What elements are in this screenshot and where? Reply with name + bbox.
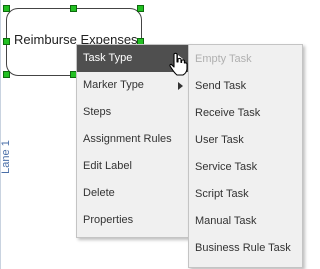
resize-handle-top[interactable] [70, 5, 77, 12]
submenu-item-empty-task: Empty Task [189, 46, 302, 73]
resize-handle-top-left[interactable] [3, 5, 10, 12]
submenu-item-label: Service Task [195, 161, 258, 173]
hand-pointer-icon [169, 52, 188, 76]
submenu-item-receive-task[interactable]: Receive Task [189, 100, 302, 127]
menu-item-assignment-rules[interactable]: Assignment Rules [77, 126, 189, 153]
submenu-item-service-task[interactable]: Service Task [189, 154, 302, 181]
submenu-item-label: User Task [195, 134, 244, 146]
menu-item-label: Edit Label [83, 160, 132, 172]
menu-item-label: Steps [83, 106, 112, 118]
menu-item-label: Task Type [83, 52, 133, 64]
menu-item-marker-type[interactable]: Marker Type [77, 72, 189, 99]
menu-item-steps[interactable]: Steps [77, 99, 189, 126]
submenu-item-label: Empty Task [195, 53, 252, 65]
submenu-item-manual-task[interactable]: Manual Task [189, 208, 302, 235]
lane-label: Lane 1 [0, 140, 12, 174]
submenu-item-label: Business Rule Task [195, 242, 291, 254]
submenu-item-label: Manual Task [195, 215, 257, 227]
submenu-arrow-icon [178, 82, 183, 90]
submenu-item-label: Receive Task [195, 107, 261, 119]
submenu-item-label: Send Task [195, 80, 247, 92]
menu-item-label: Delete [83, 187, 115, 199]
task-type-submenu: Empty Task Send Task Receive Task User T… [188, 44, 303, 268]
submenu-item-send-task[interactable]: Send Task [189, 73, 302, 100]
menu-item-label: Properties [83, 214, 134, 226]
menu-item-label: Marker Type [83, 79, 144, 91]
submenu-item-script-task[interactable]: Script Task [189, 181, 302, 208]
menu-item-label: Assignment Rules [83, 133, 172, 145]
submenu-item-user-task[interactable]: User Task [189, 127, 302, 154]
resize-handle-left[interactable] [3, 38, 10, 45]
submenu-item-business-rule-task[interactable]: Business Rule Task [189, 235, 302, 262]
submenu-item-label: Script Task [195, 188, 249, 200]
menu-item-properties[interactable]: Properties [77, 207, 189, 234]
menu-item-delete[interactable]: Delete [77, 180, 189, 207]
menu-item-edit-label[interactable]: Edit Label [77, 153, 189, 180]
resize-handle-bottom-left[interactable] [3, 71, 10, 78]
resize-handle-top-right[interactable] [137, 5, 144, 12]
